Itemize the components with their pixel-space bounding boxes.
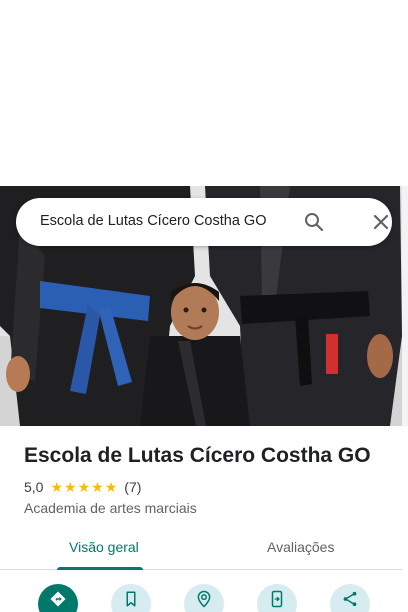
nearby-button[interactable] xyxy=(184,584,224,612)
save-button[interactable] xyxy=(111,584,151,612)
panel-scroll-edge xyxy=(402,186,408,426)
star-icon: ★ xyxy=(77,479,91,495)
active-tab-indicator xyxy=(57,567,143,570)
search-icon[interactable] xyxy=(302,210,326,234)
close-icon[interactable] xyxy=(369,210,393,234)
review-count[interactable]: (7) xyxy=(124,479,141,495)
share-button[interactable] xyxy=(330,584,370,612)
search-input[interactable]: Escola de Lutas Cícero Costha GO xyxy=(40,213,266,229)
share-icon xyxy=(343,591,357,607)
star-icon: ★ xyxy=(50,479,64,495)
rating-value: 5,0 xyxy=(24,479,44,495)
place-category[interactable]: Academia de artes marciais xyxy=(24,500,197,516)
tab-overview[interactable]: Visão geral xyxy=(69,539,139,555)
place-title: Escola de Lutas Cícero Costha GO xyxy=(24,444,371,467)
star-icon: ★ xyxy=(64,479,77,495)
tab-reviews[interactable]: Avaliações xyxy=(267,539,334,555)
star-rating: ★ ★ ★ ★ ★ xyxy=(50,480,118,494)
star-icon: ★ xyxy=(91,479,104,495)
send-to-phone-icon xyxy=(271,590,283,608)
action-buttons xyxy=(0,584,408,612)
bookmark-icon xyxy=(126,591,136,607)
nearby-icon xyxy=(197,590,211,608)
search-bar[interactable]: Escola de Lutas Cícero Costha GO xyxy=(16,198,392,246)
directions-button[interactable] xyxy=(38,584,78,612)
map-blank-area xyxy=(0,0,408,186)
place-tabs: Visão geral Avaliações xyxy=(0,528,402,570)
send-to-phone-button[interactable] xyxy=(257,584,297,612)
rating-row[interactable]: 5,0 ★ ★ ★ ★ ★ (7) xyxy=(24,479,141,495)
directions-icon xyxy=(50,591,66,607)
star-icon: ★ xyxy=(104,479,118,495)
